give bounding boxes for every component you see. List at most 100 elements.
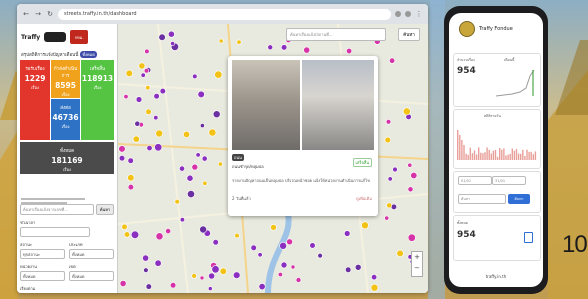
agency-select[interactable]: ทั้งหมด [20, 271, 65, 281]
map-pin[interactable] [127, 157, 134, 164]
map-pin[interactable] [317, 253, 323, 259]
map-pin[interactable] [286, 238, 293, 246]
map-pin[interactable] [396, 249, 404, 257]
phone-url-bar[interactable]: traffy.in.th [449, 274, 543, 279]
map-pin[interactable] [187, 190, 195, 198]
map-pin[interactable] [201, 155, 208, 162]
map-pin[interactable] [234, 233, 240, 239]
map-pin[interactable] [127, 174, 135, 182]
map-pin[interactable] [174, 199, 180, 205]
map-pin[interactable] [410, 172, 418, 180]
back-icon[interactable]: ← [22, 10, 30, 18]
map-pin[interactable] [154, 143, 163, 152]
map-pin[interactable] [218, 38, 224, 44]
map-pin[interactable] [344, 230, 351, 237]
stat-tile-forwarded[interactable]: ส่งต่อ 46736 เรื่อง [51, 99, 80, 140]
map-search-input[interactable]: ค้นหาเรื่องแจ้ง/สถานที่... [286, 28, 386, 41]
map-pin[interactable] [384, 215, 390, 221]
menu-icon[interactable]: ⋮ [415, 10, 423, 18]
map-pin[interactable] [281, 44, 288, 51]
map-pin[interactable] [125, 69, 133, 78]
map-pin[interactable] [168, 30, 175, 38]
map-pin[interactable] [208, 128, 217, 137]
map-pin[interactable] [119, 280, 127, 287]
map-pin[interactable] [219, 267, 227, 275]
map-pin[interactable] [270, 224, 277, 231]
map-pin[interactable] [165, 228, 171, 234]
profile-icon[interactable] [405, 11, 411, 17]
map-pin[interactable] [280, 261, 288, 269]
map-pin[interactable] [214, 70, 223, 79]
area-select[interactable]: ทั้งหมด [69, 271, 114, 281]
map-pin[interactable] [179, 217, 185, 223]
map-pin[interactable] [118, 155, 126, 162]
map-pin[interactable] [146, 145, 153, 152]
map-pin[interactable] [195, 152, 201, 158]
map-pin[interactable] [202, 180, 208, 186]
map-pin[interactable] [143, 68, 150, 74]
map-pin[interactable] [118, 145, 126, 153]
map-pin[interactable] [145, 283, 152, 290]
stat-tile-pending[interactable]: รอรับเรื่อง 1229 เรื่อง [20, 60, 50, 140]
map-pin[interactable] [212, 239, 219, 246]
summary-tab[interactable]: เดือนนี้ [504, 57, 514, 63]
phone-search-button[interactable]: ค้นหา [508, 194, 530, 204]
map-pin[interactable] [191, 163, 199, 171]
map-pin[interactable] [191, 273, 197, 279]
map-pin[interactable] [267, 44, 273, 51]
map-pin[interactable] [199, 225, 207, 234]
map-pin[interactable] [385, 119, 392, 125]
map-pin[interactable] [132, 135, 140, 143]
map-pin[interactable] [159, 87, 166, 95]
type-select[interactable]: ทั้งหมด [69, 249, 114, 259]
forward-icon[interactable]: → [34, 10, 42, 18]
map-pin[interactable] [169, 282, 177, 289]
map-pin[interactable] [370, 283, 379, 292]
map-pin[interactable] [208, 272, 215, 280]
stat-tile-total[interactable]: ทั้งหมด 181169 เรื่อง [20, 142, 114, 174]
map-pin[interactable] [258, 283, 266, 291]
map-pin[interactable] [257, 252, 263, 258]
map-pin[interactable] [361, 221, 369, 230]
reload-icon[interactable]: ↻ [46, 10, 54, 18]
map-pin[interactable] [144, 48, 150, 55]
date-from-input[interactable]: 01/01 [458, 176, 492, 185]
map-pin[interactable] [279, 242, 287, 250]
date-to-input[interactable]: 31/01 [492, 176, 526, 185]
map-pin[interactable] [134, 120, 141, 127]
map-pin[interactable] [295, 277, 302, 283]
map-pin[interactable] [277, 272, 283, 278]
map-pin[interactable] [153, 115, 159, 121]
stat-tile-in-progress[interactable]: กำลังดำเนินการ 8595 เรื่อง [51, 60, 80, 98]
stats-period-chip[interactable]: ทั้งหมด [80, 50, 97, 58]
map-pin[interactable] [154, 259, 162, 267]
map-pin[interactable] [407, 186, 414, 193]
map-pin[interactable] [155, 232, 164, 241]
map-pin[interactable] [290, 264, 296, 270]
map-pin[interactable] [143, 267, 149, 273]
zoom-out-button[interactable]: − [412, 263, 422, 274]
map-pin[interactable] [303, 46, 311, 54]
map-pin[interactable] [218, 161, 223, 167]
map-pin[interactable] [145, 108, 152, 115]
map-pin[interactable] [232, 271, 241, 279]
map-pin[interactable] [309, 242, 316, 249]
map-pin[interactable] [123, 231, 131, 238]
address-bar[interactable]: streets.traffy.in.th/dashboard [58, 8, 391, 20]
map-pin[interactable] [211, 265, 220, 274]
issue-photo-before[interactable] [232, 60, 300, 150]
map-pin[interactable] [155, 129, 164, 138]
zoom-in-button[interactable]: + [412, 252, 422, 263]
map-pin[interactable] [345, 266, 352, 273]
map-pin[interactable] [212, 110, 221, 118]
map-search-button[interactable]: ค้นหา [398, 28, 420, 41]
map-pin[interactable] [236, 39, 242, 45]
map-pin[interactable] [200, 123, 205, 128]
map-pin[interactable] [183, 130, 191, 138]
status-select[interactable]: ทุกสถานะ [20, 249, 65, 259]
map-pin[interactable] [138, 62, 146, 70]
stat-tile-completed[interactable]: เสร็จสิ้น 118913 เรื่อง [81, 60, 114, 140]
ticket-search-input[interactable]: ค้นหาเรื่องแจ้งจากเลขที่... [20, 204, 94, 215]
map-pin[interactable] [389, 57, 396, 64]
map-pin[interactable] [407, 162, 413, 168]
